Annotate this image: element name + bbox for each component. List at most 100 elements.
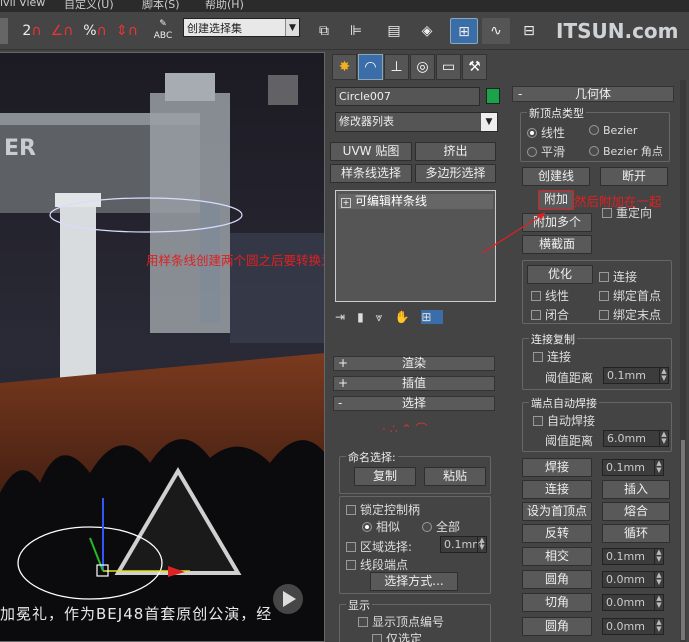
viewport-scene: ER (0, 53, 324, 641)
layers-icon[interactable]: ◈ (414, 18, 440, 44)
percent-snap-icon[interactable]: %∩ (82, 18, 108, 44)
panel-scrollbar-thumb[interactable] (681, 440, 685, 640)
reverse-button[interactable]: 反转 (522, 524, 592, 543)
reorient-checkbox[interactable]: 重定向 (602, 204, 652, 221)
menu-item-view[interactable]: ivil View (0, 0, 45, 9)
weld-spinner[interactable]: 0.1mm ▲ ▼ (602, 459, 664, 476)
rollup-rendering[interactable]: + 渲染 (333, 356, 495, 371)
viewcube-icon[interactable] (268, 75, 298, 105)
snap-2d-icon[interactable]: 2∩ (20, 18, 44, 44)
select-by-button[interactable]: 选择方式... (370, 572, 458, 591)
weld-dist-spinner[interactable]: 6.0mm ▲ ▼ (603, 430, 669, 447)
rollup-interpolation[interactable]: + 插值 (333, 376, 495, 391)
curve-editor-icon[interactable]: ∿ (482, 18, 510, 44)
break-button[interactable]: 断开 (600, 167, 668, 186)
bezier-radio[interactable]: Bezier (589, 124, 637, 137)
edit-named-sel-icon[interactable]: ✎ ABC (150, 18, 176, 44)
cross-section-button[interactable]: 横截面 (522, 235, 592, 254)
copy-button[interactable]: 复制 (354, 467, 416, 486)
cycle-button[interactable]: 循环 (602, 524, 670, 543)
make-first-button[interactable]: 设为首顶点 (522, 502, 592, 521)
all-radio[interactable]: 全部 (422, 518, 460, 535)
object-name-field[interactable]: Circle007 (335, 87, 480, 106)
modifier-list-dropdown[interactable]: 修改器列表 ▼ (335, 112, 498, 132)
attach-button[interactable]: 附加 (538, 190, 574, 210)
bezier-corner-radio[interactable]: Bezier 角点 (589, 143, 663, 159)
fillet-button[interactable]: 圆角 (522, 570, 592, 589)
poly-select-button[interactable]: 多边形选择 (415, 164, 496, 183)
show-vertex-numbers-checkbox[interactable]: 显示顶点编号 (358, 613, 444, 630)
new-vertex-type-group: 新顶点类型 线性 Bezier 平滑 Bezier 角点 (520, 105, 670, 162)
connect-button[interactable]: 连接 (522, 480, 592, 499)
rollup-selection[interactable]: - 选择 (333, 396, 495, 411)
named-selection-group: 命名选择: 复制 粘贴 (339, 449, 491, 494)
expand-icon[interactable]: + (341, 198, 351, 208)
fillet-spinner[interactable]: 0.0mm ▲ ▼ (602, 571, 664, 588)
spinner-snap-icon[interactable]: ⇕∩ (114, 18, 140, 44)
tab-motion[interactable]: ◎ (410, 54, 435, 80)
linear-radio[interactable]: 线性 (527, 124, 565, 141)
scene-explorer-icon[interactable]: ⊞ (450, 18, 478, 44)
layer-manager-icon[interactable]: ▤ (384, 18, 404, 44)
tab-hierarchy[interactable]: ⊥ (384, 54, 409, 80)
annotation-text-main: 用样条线创建两个圆之后要转换为可编辑样条线 (146, 253, 324, 268)
chamfer-button[interactable]: 切角 (522, 593, 592, 612)
connect-checkbox[interactable]: 连接 (599, 268, 637, 285)
star-icon: ✸ (338, 59, 351, 75)
menu-item-script[interactable]: 脚本(S) (142, 0, 180, 12)
tab-utilities[interactable]: ⚒ (462, 54, 487, 80)
bind-first-checkbox[interactable]: 绑定首点 (599, 287, 661, 304)
make-unique-icon[interactable]: ⩔ (376, 310, 395, 324)
auto-weld-checkbox[interactable]: 自动焊接 (533, 412, 595, 429)
tab-create[interactable]: ✸ (332, 54, 357, 80)
smooth-radio[interactable]: 平滑 (527, 143, 565, 160)
segment-end-checkbox[interactable]: 线段端点 (346, 556, 408, 573)
subobject-icons[interactable]: ·∴⌃⌒ (382, 420, 432, 437)
menu-item-help[interactable]: 帮助(H) (205, 0, 244, 12)
only-selected-checkbox[interactable]: 仅选定 (372, 630, 422, 642)
uvw-map-button[interactable]: UVW 贴图 (330, 142, 412, 161)
cross-insert-spinner[interactable]: 0.1mm ▲ ▼ (602, 548, 664, 565)
stack-item-editable-spline[interactable]: + 可编辑样条线 (338, 194, 493, 209)
bind-last-checkbox[interactable]: 绑定末点 (599, 306, 661, 323)
rollup-geometry[interactable]: - 几何体 (512, 86, 674, 102)
angle-snap-icon[interactable]: ∠∩ (50, 18, 74, 44)
pin-stack-icon[interactable]: ⇥ (335, 310, 357, 324)
weld-button[interactable]: 焊接 (522, 458, 592, 477)
menu-item-customize[interactable]: 自定义(U) (64, 0, 114, 12)
mirror-icon[interactable]: ⧉ (312, 18, 336, 44)
object-color-swatch[interactable] (486, 88, 500, 104)
area-select-spinner[interactable]: 0.1mm ▲ ▼ (440, 536, 487, 553)
linear-checkbox[interactable]: 线性 (531, 287, 569, 304)
extrude-button[interactable]: 挤出 (415, 142, 496, 161)
remove-modifier-icon[interactable]: ✋ (394, 310, 421, 324)
similar-radio[interactable]: 相似 (362, 518, 400, 535)
attach-multiple-button[interactable]: 附加多个 (522, 213, 592, 232)
fuse-button[interactable]: 熔合 (602, 502, 670, 521)
configure-sets-icon[interactable]: ⊞ (421, 310, 444, 324)
hammer-icon: ⚒ (468, 59, 481, 75)
tab-modify[interactable]: ◠ (358, 54, 383, 80)
tab-display[interactable]: ▭ (436, 54, 461, 80)
fillet2-spinner[interactable]: 0.0mm ▲ ▼ (602, 618, 664, 635)
connect-copy-checkbox[interactable]: 连接 (533, 348, 571, 365)
insert-button[interactable]: 插入 (602, 480, 670, 499)
weld-dist-label: 阈值距离 (545, 434, 594, 448)
align-icon[interactable]: ⊫ (344, 18, 368, 44)
closed-checkbox[interactable]: 闭合 (531, 306, 569, 323)
selection-set-dropdown[interactable]: 创建选择集 ▼ (183, 18, 300, 37)
chamfer-spinner[interactable]: 0.0mm ▲ ▼ (602, 594, 664, 611)
paste-button[interactable]: 粘贴 (424, 467, 486, 486)
refine-button[interactable]: 优化 (527, 265, 593, 284)
cross-insert-button[interactable]: 相交 (522, 547, 592, 566)
fillet2-button[interactable]: 圆角 (522, 617, 592, 636)
chevron-down-icon: ▼ (481, 113, 497, 131)
perspective-viewport[interactable]: ER 加冕礼，作为BEJ48首套原创公演，经 用样条线创建两个圆之后要转换为可编… (0, 52, 325, 642)
lock-handles-checkbox[interactable]: 锁定控制柄 (346, 501, 420, 518)
show-end-result-icon[interactable]: ▮ (357, 310, 376, 324)
create-line-button[interactable]: 创建线 (522, 167, 590, 186)
spline-select-button[interactable]: 样条线选择 (330, 164, 412, 183)
schematic-view-icon[interactable]: ⊟ (516, 18, 542, 44)
area-select-checkbox[interactable]: 区域选择: (346, 538, 412, 555)
threshold-spinner[interactable]: 0.1mm ▲ ▼ (603, 367, 669, 384)
